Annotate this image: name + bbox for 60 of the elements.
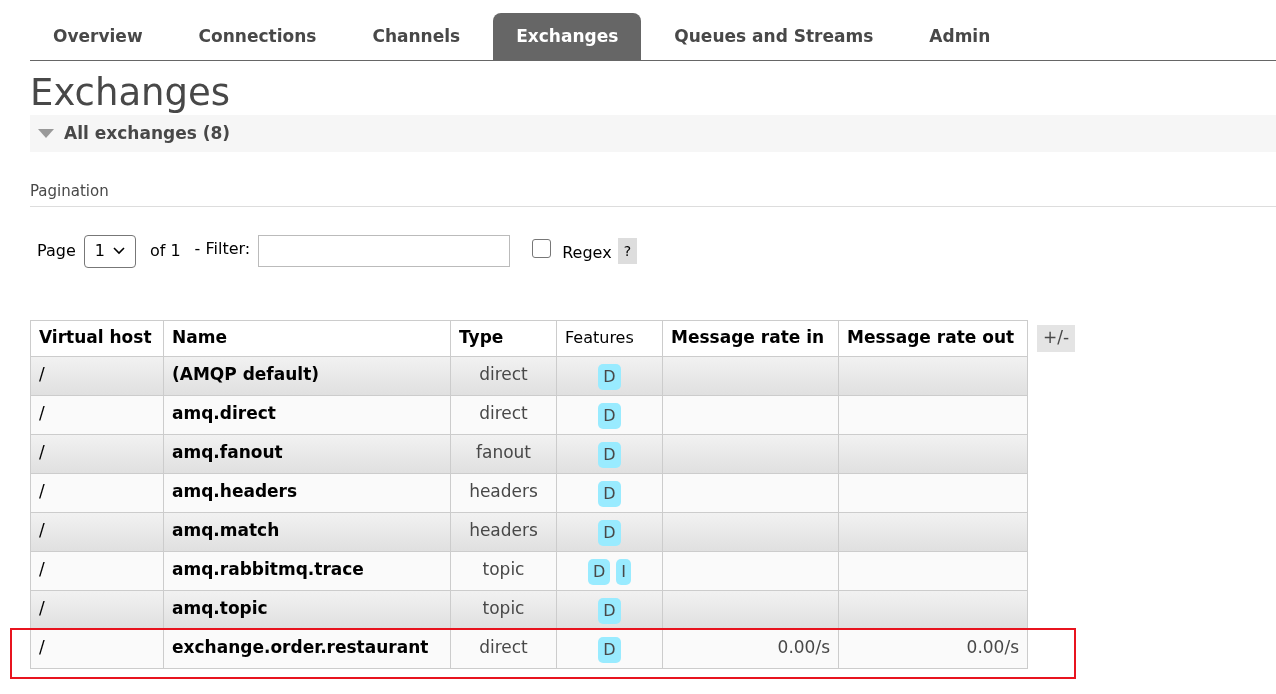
table-cell: / (30, 434, 164, 473)
exchange-name[interactable]: amq.match (163, 512, 451, 551)
triangle-icon (38, 129, 54, 138)
feature-badge: D (598, 363, 621, 390)
help-button[interactable]: ? (617, 238, 638, 264)
exchange-name[interactable]: amq.headers (163, 473, 451, 512)
filter-field[interactable] (258, 235, 511, 267)
column-header: Virtual host (30, 320, 164, 356)
table-cell: / (30, 473, 164, 512)
table-cell: / (30, 629, 164, 668)
table-cell: / (30, 551, 164, 590)
pagination-heading: Pagination (30, 180, 1276, 207)
table-cell: / (30, 590, 164, 629)
section-header[interactable]: All exchanges (8) (30, 115, 1276, 152)
regex-label: Regex (562, 242, 612, 264)
exchange-name[interactable]: amq.rabbitmq.trace (163, 551, 451, 590)
nav-tab[interactable]: Channels (349, 13, 484, 60)
columns-toggle-button[interactable]: +/- (1037, 324, 1076, 352)
page-label: Page (37, 240, 76, 262)
feature-badge: I (616, 558, 631, 585)
table-cell: direct (450, 356, 557, 395)
nav-tab[interactable]: Queues and Streams (651, 13, 897, 60)
page-title: Exchanges (30, 71, 232, 115)
column-header: Name (163, 320, 451, 356)
column-header: Message rate in (662, 320, 839, 356)
exchange-name[interactable]: (AMQP default) (163, 356, 451, 395)
feature-badge: D (598, 441, 621, 468)
table-cell: / (30, 512, 164, 551)
exchange-name[interactable]: amq.direct (163, 395, 451, 434)
column-header: Message rate out (838, 320, 1028, 356)
nav-tab[interactable]: Admin (906, 13, 1014, 60)
exchange-name[interactable]: amq.fanout (163, 434, 451, 473)
feature-badge: D (587, 558, 611, 585)
table-cell: topic (450, 551, 557, 590)
feature-badge: D (598, 597, 621, 624)
nav-tab[interactable]: Exchanges (493, 13, 642, 60)
feature-badge: D (598, 402, 621, 429)
chevron-down-icon (112, 247, 125, 255)
table-cell: headers (450, 473, 557, 512)
page-select[interactable]: 1 (83, 234, 136, 268)
table-cell: headers (450, 512, 557, 551)
nav-tab[interactable]: Connections (175, 13, 340, 60)
page-count: of 1 (149, 240, 181, 262)
table-cell: / (30, 395, 164, 434)
nav-tab[interactable]: Overview (30, 13, 166, 60)
table-cell: 0.00/s (662, 629, 839, 668)
feature-badge: D (598, 636, 621, 663)
column-header: Type (450, 320, 557, 356)
exchange-name[interactable]: exchange.order.restaurant (163, 629, 451, 668)
regex-checkbox[interactable] (532, 238, 552, 258)
feature-badge: D (598, 519, 621, 546)
table-cell: fanout (450, 434, 557, 473)
feature-badge: D (598, 480, 621, 507)
column-header: Features (556, 320, 663, 356)
filter-label: - Filter: (194, 238, 251, 260)
section-title: All exchanges (8) (64, 121, 231, 145)
table-cell: direct (450, 395, 557, 434)
table-cell: direct (450, 629, 557, 668)
table-cell: 0.00/s (838, 629, 1028, 668)
table-cell: / (30, 356, 164, 395)
